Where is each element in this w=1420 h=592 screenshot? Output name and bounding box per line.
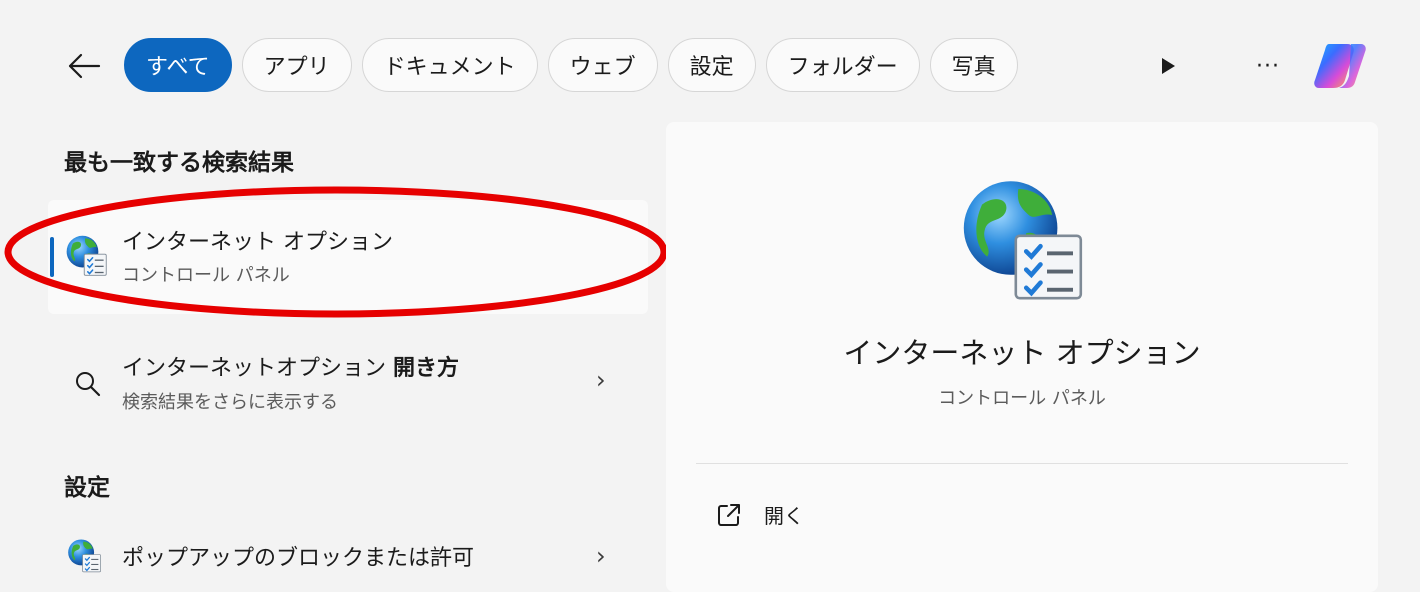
best-match-title: インターネット オプション (122, 230, 393, 255)
web-search-suffix: 開き方 (393, 356, 460, 381)
settings-result-title: ポップアップのブロックまたは許可 (122, 546, 475, 571)
web-search-subtitle: 検索結果をさらに表示する (122, 392, 338, 413)
back-button[interactable] (60, 44, 108, 88)
internet-options-icon (66, 538, 102, 574)
chevron-right-icon: › (596, 366, 606, 394)
search-filter-tabs: すべて アプリ ドキュメント ウェブ 設定 フォルダー 写真 (124, 38, 1018, 92)
detail-subtitle: コントロール パネル (938, 388, 1106, 409)
web-search-result[interactable]: インターネットオプション 開き方 検索結果をさらに表示する › (48, 338, 648, 428)
best-match-result[interactable]: インターネット オプション コントロール パネル (48, 200, 648, 314)
more-options-button[interactable]: ··· (1250, 48, 1286, 84)
result-detail-panel: インターネット オプション コントロール パネル 開く (666, 122, 1378, 592)
best-match-heading: 最も一致する検索結果 (64, 150, 294, 176)
selection-indicator (50, 237, 54, 277)
filter-tab-documents[interactable]: ドキュメント (361, 38, 538, 92)
detail-divider (696, 463, 1348, 464)
chevron-right-icon: › (596, 542, 606, 570)
filter-tab-apps[interactable]: アプリ (241, 38, 352, 92)
settings-result-popup-blocker[interactable]: ポップアップのブロックまたは許可 › (48, 522, 648, 588)
filter-tab-all[interactable]: すべて (124, 38, 232, 92)
copilot-button[interactable] (1308, 38, 1372, 94)
play-icon (1162, 58, 1175, 74)
open-action[interactable]: 開く (716, 500, 804, 529)
open-external-icon (718, 503, 740, 526)
copilot-icon (1314, 44, 1366, 88)
search-icon (76, 372, 101, 397)
internet-options-icon (64, 234, 108, 278)
filter-tab-folders[interactable]: フォルダー (765, 38, 920, 92)
web-search-query: インターネットオプション (122, 356, 387, 381)
detail-title: インターネット オプション (843, 336, 1201, 370)
internet-options-large-icon (956, 176, 1086, 306)
web-search-title: インターネットオプション 開き方 (122, 350, 459, 382)
filter-tab-web[interactable]: ウェブ (547, 38, 658, 92)
arrow-left-icon (68, 53, 101, 79)
filter-tab-photos[interactable]: 写真 (929, 38, 1018, 92)
filter-tab-settings[interactable]: 設定 (667, 38, 756, 92)
more-filters-button[interactable] (1152, 50, 1184, 82)
settings-heading: 設定 (64, 475, 110, 501)
best-match-subtitle: コントロール パネル (122, 265, 290, 286)
open-label: 開く (764, 504, 804, 528)
